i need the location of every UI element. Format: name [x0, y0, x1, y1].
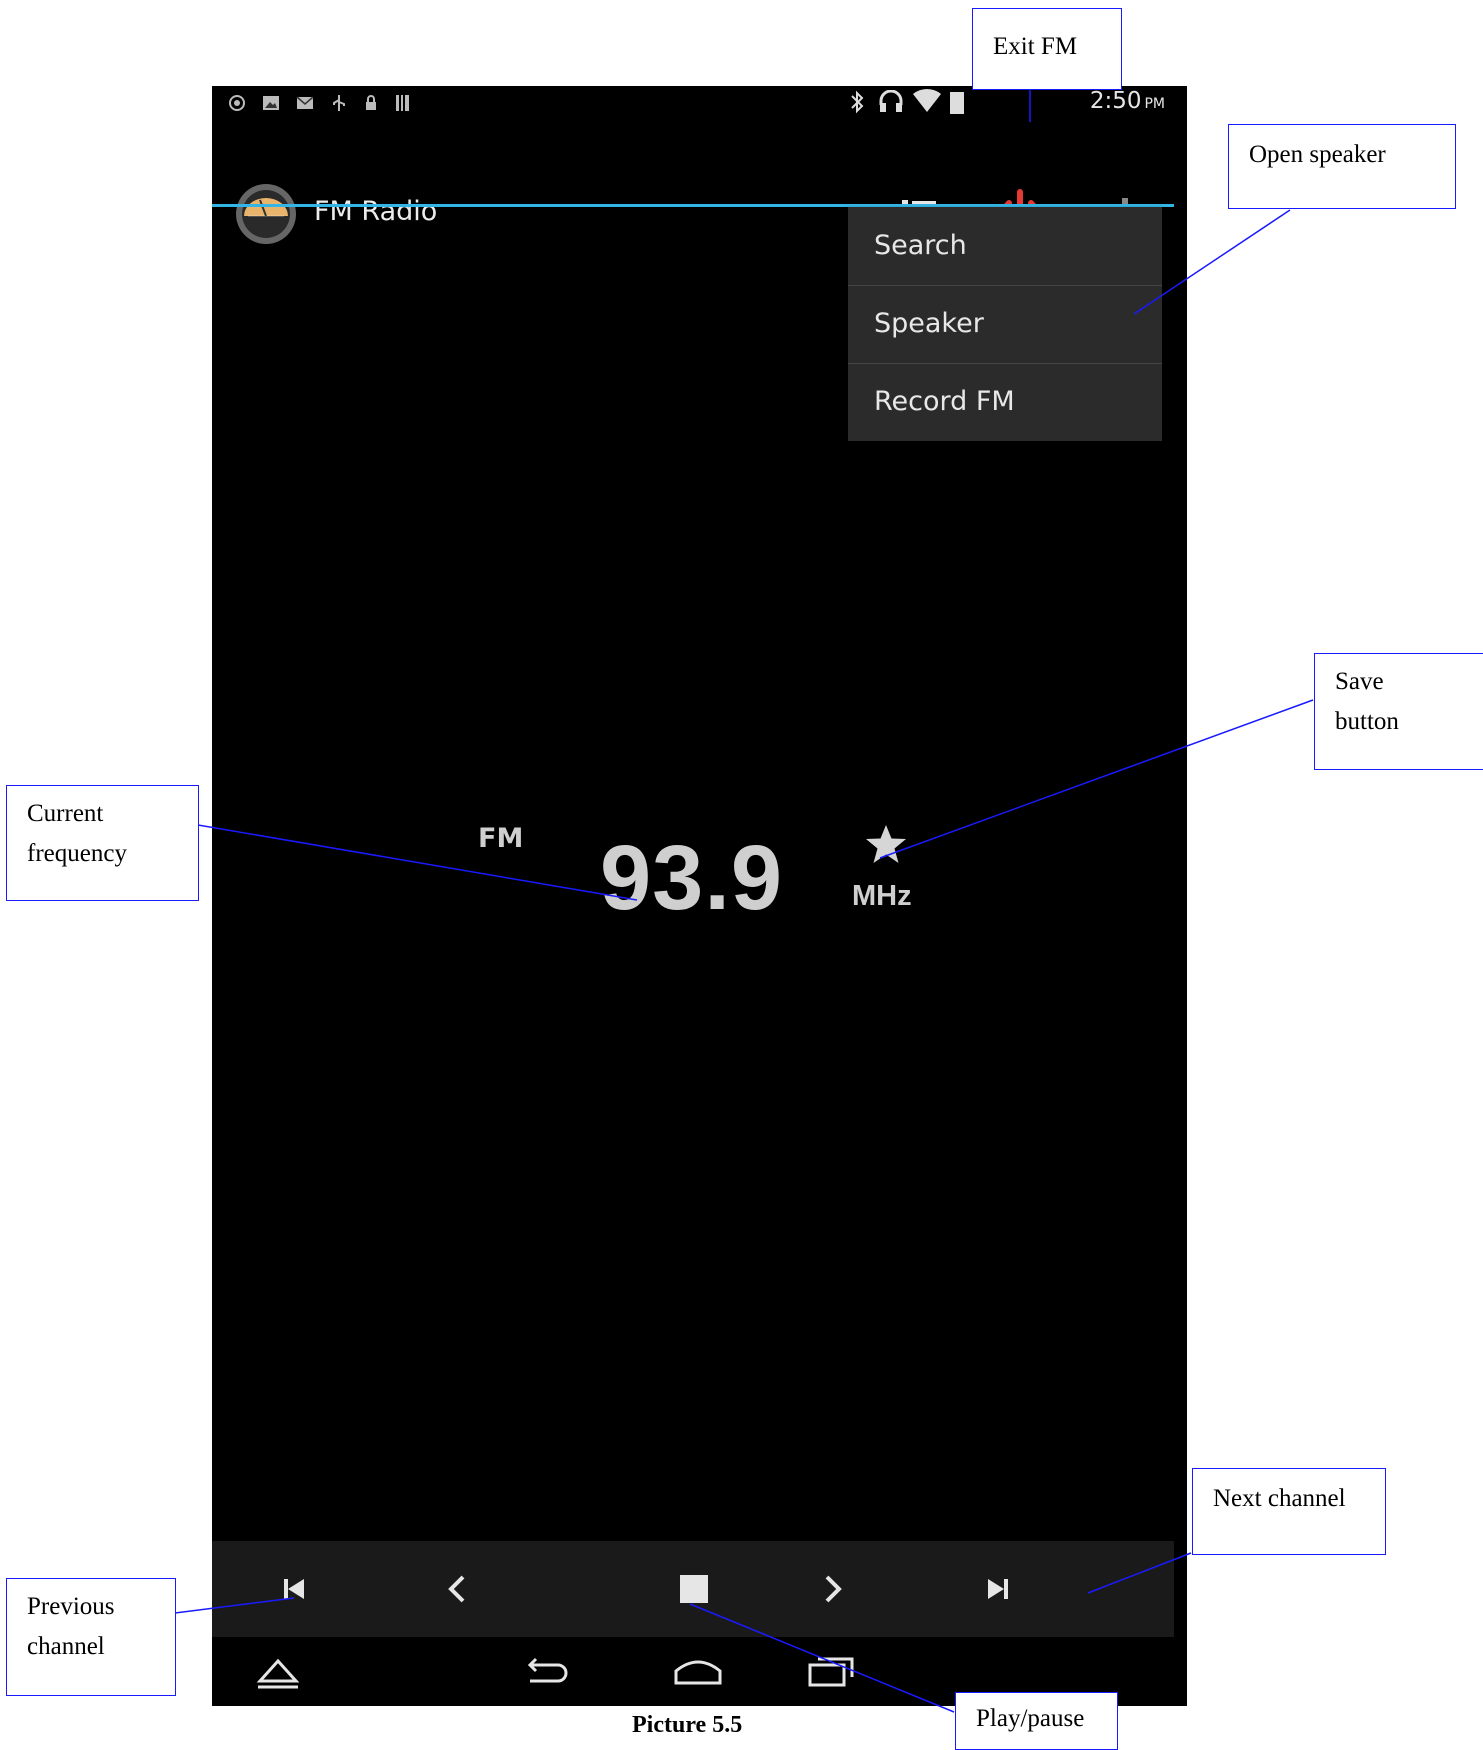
radio-app-icon	[236, 184, 296, 244]
band-label: FM	[478, 823, 524, 854]
overflow-menu: Search Speaker Record FM	[848, 207, 1162, 441]
clock-ampm: PM	[1144, 96, 1165, 112]
figure-caption: Picture 5.5	[632, 1712, 743, 1738]
callout-open-speaker: Open speaker	[1228, 124, 1456, 209]
mail-icon	[296, 96, 314, 109]
callout-save-button: Save button	[1314, 653, 1483, 770]
callout-exit-fm: Exit FM	[972, 8, 1122, 90]
recents-icon[interactable]	[804, 1647, 860, 1693]
phone-screen: 2:50 PM FM Radio Search Speaker Record FM…	[212, 86, 1187, 1706]
menu-item-record-fm[interactable]: Record FM	[848, 363, 1162, 441]
callout-previous-channel: Previous channel	[6, 1578, 176, 1696]
menu-item-search[interactable]: Search	[848, 207, 1162, 285]
skip-next-icon[interactable]	[978, 1569, 1018, 1609]
notification-app-icon	[229, 95, 245, 111]
callout-current-frequency: Current frequency	[6, 785, 199, 901]
frequency-unit: MHz	[852, 880, 912, 912]
battery-icon	[950, 92, 964, 114]
callout-previous-line1: Previous	[27, 1593, 115, 1620]
chevron-left-icon[interactable]	[438, 1569, 478, 1609]
callout-previous-line2: channel	[27, 1633, 105, 1660]
chevron-right-icon[interactable]	[812, 1569, 852, 1609]
callout-play-pause: Play/pause	[955, 1692, 1118, 1750]
status-clock: 2:50 PM	[1090, 88, 1165, 114]
status-bar: 2:50 PM	[212, 86, 1187, 120]
usb-icon	[333, 95, 345, 111]
app-title: FM Radio	[314, 196, 438, 227]
barcode-icon	[396, 95, 409, 111]
callout-frequency-line2: frequency	[27, 840, 127, 867]
bluetooth-icon	[851, 90, 864, 114]
current-frequency: 93.9	[600, 827, 784, 929]
callout-frequency-line1: Current	[27, 800, 104, 827]
image-notification-icon	[263, 96, 279, 110]
callout-save-line2: button	[1335, 708, 1399, 735]
callout-next-channel: Next channel	[1192, 1468, 1386, 1555]
nav-up-icon[interactable]	[250, 1647, 306, 1693]
headset-icon	[879, 90, 903, 112]
home-icon[interactable]	[670, 1647, 726, 1693]
callout-save-line1: Save	[1335, 668, 1384, 695]
stop-icon[interactable]	[674, 1569, 714, 1609]
callout-open-speaker-text: Open speaker	[1249, 141, 1386, 168]
playback-controls	[212, 1541, 1174, 1637]
lock-icon	[366, 95, 376, 110]
callout-next-channel-text: Next channel	[1213, 1485, 1346, 1512]
callout-exit-fm-text: Exit FM	[993, 33, 1078, 60]
skip-previous-icon[interactable]	[274, 1569, 314, 1609]
star-icon[interactable]	[864, 822, 908, 866]
callout-play-pause-text: Play/pause	[976, 1705, 1085, 1732]
menu-item-speaker[interactable]: Speaker	[848, 285, 1162, 363]
wifi-icon	[913, 88, 941, 112]
clock-time: 2:50	[1089, 88, 1142, 114]
back-icon[interactable]	[518, 1647, 574, 1693]
